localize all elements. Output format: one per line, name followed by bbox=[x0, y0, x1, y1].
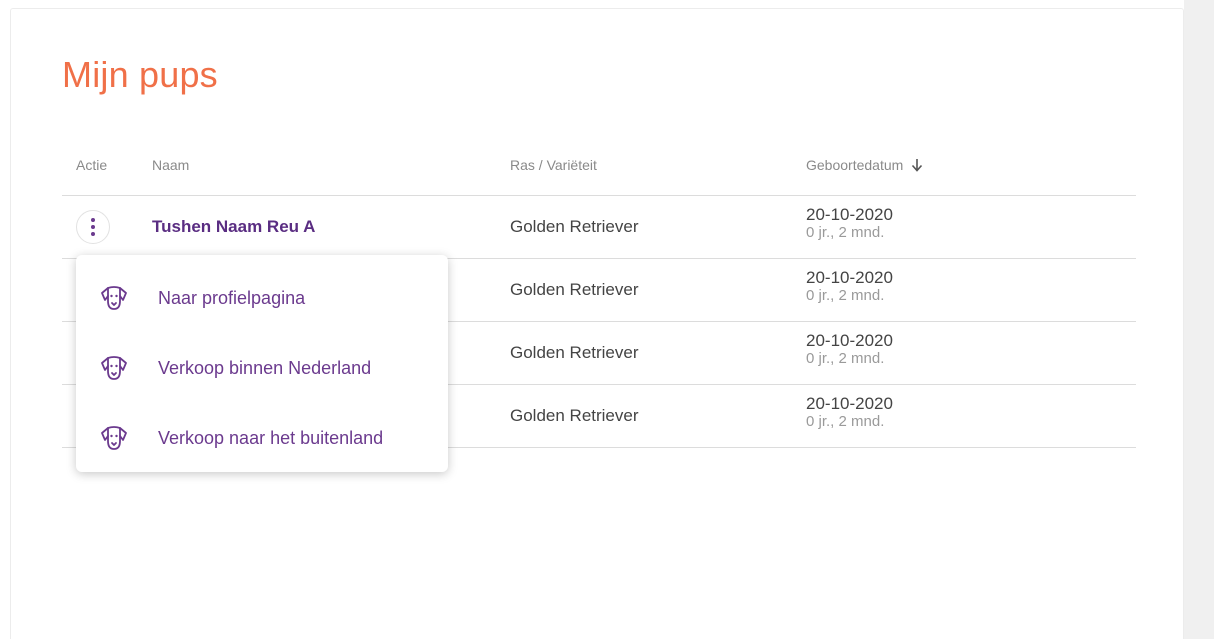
right-scroll-gutter bbox=[1184, 0, 1214, 639]
more-actions-button[interactable] bbox=[76, 210, 110, 244]
dog-icon bbox=[101, 286, 127, 310]
pup-name-link[interactable]: Tushen Naam Reu A bbox=[152, 217, 315, 237]
dot bbox=[91, 232, 95, 236]
table-header: Actie Naam Ras / Variëteit Geboortedatum bbox=[62, 136, 1136, 196]
pup-birthdate: 20-10-2020 0 jr., 2 mnd. bbox=[806, 332, 893, 368]
menu-item-verkoop-buitenland[interactable]: Verkoop naar het buitenland bbox=[76, 403, 448, 473]
pup-breed: Golden Retriever bbox=[510, 406, 639, 425]
pup-breed: Golden Retriever bbox=[510, 343, 639, 362]
birthdate-value: 20-10-2020 bbox=[806, 331, 893, 350]
arrow-down-icon[interactable] bbox=[911, 158, 923, 172]
age-value: 0 jr., 2 mnd. bbox=[806, 287, 885, 304]
age-value: 0 jr., 2 mnd. bbox=[806, 413, 885, 430]
pup-breed: Golden Retriever bbox=[510, 217, 639, 236]
header-actie: Actie bbox=[76, 157, 108, 173]
pup-birthdate: 20-10-2020 0 jr., 2 mnd. bbox=[806, 206, 893, 242]
row-actions bbox=[76, 210, 110, 244]
dot bbox=[91, 225, 95, 229]
dog-icon bbox=[101, 356, 127, 380]
menu-item-label: Verkoop naar het buitenland bbox=[158, 427, 384, 448]
pup-birthdate: 20-10-2020 0 jr., 2 mnd. bbox=[806, 395, 893, 431]
pup-breed: Golden Retriever bbox=[510, 280, 639, 299]
header-naam[interactable]: Naam bbox=[152, 157, 189, 173]
header-geboortedatum[interactable]: Geboortedatum bbox=[806, 157, 923, 173]
birthdate-value: 20-10-2020 bbox=[806, 205, 893, 224]
menu-item-verkoop-nederland[interactable]: Verkoop binnen Nederland bbox=[76, 333, 448, 403]
action-dropdown-menu: Naar profielpagina Verkoop binnen Nederl… bbox=[76, 255, 448, 472]
dot bbox=[91, 218, 95, 222]
birthdate-value: 20-10-2020 bbox=[806, 268, 893, 287]
birthdate-value: 20-10-2020 bbox=[806, 394, 893, 413]
pup-birthdate: 20-10-2020 0 jr., 2 mnd. bbox=[806, 269, 893, 305]
age-value: 0 jr., 2 mnd. bbox=[806, 224, 885, 241]
age-value: 0 jr., 2 mnd. bbox=[806, 350, 885, 367]
header-geboortedatum-label: Geboortedatum bbox=[806, 157, 904, 173]
menu-item-label: Verkoop binnen Nederland bbox=[158, 357, 372, 378]
menu-item-profielpagina[interactable]: Naar profielpagina bbox=[76, 263, 448, 333]
header-ras[interactable]: Ras / Variëteit bbox=[510, 157, 597, 173]
page-title: Mijn pups bbox=[62, 54, 218, 95]
table-row: Tushen Naam Reu A Golden Retriever 20-10… bbox=[62, 196, 1136, 259]
menu-item-label: Naar profielpagina bbox=[158, 287, 306, 308]
dog-icon bbox=[101, 426, 127, 450]
